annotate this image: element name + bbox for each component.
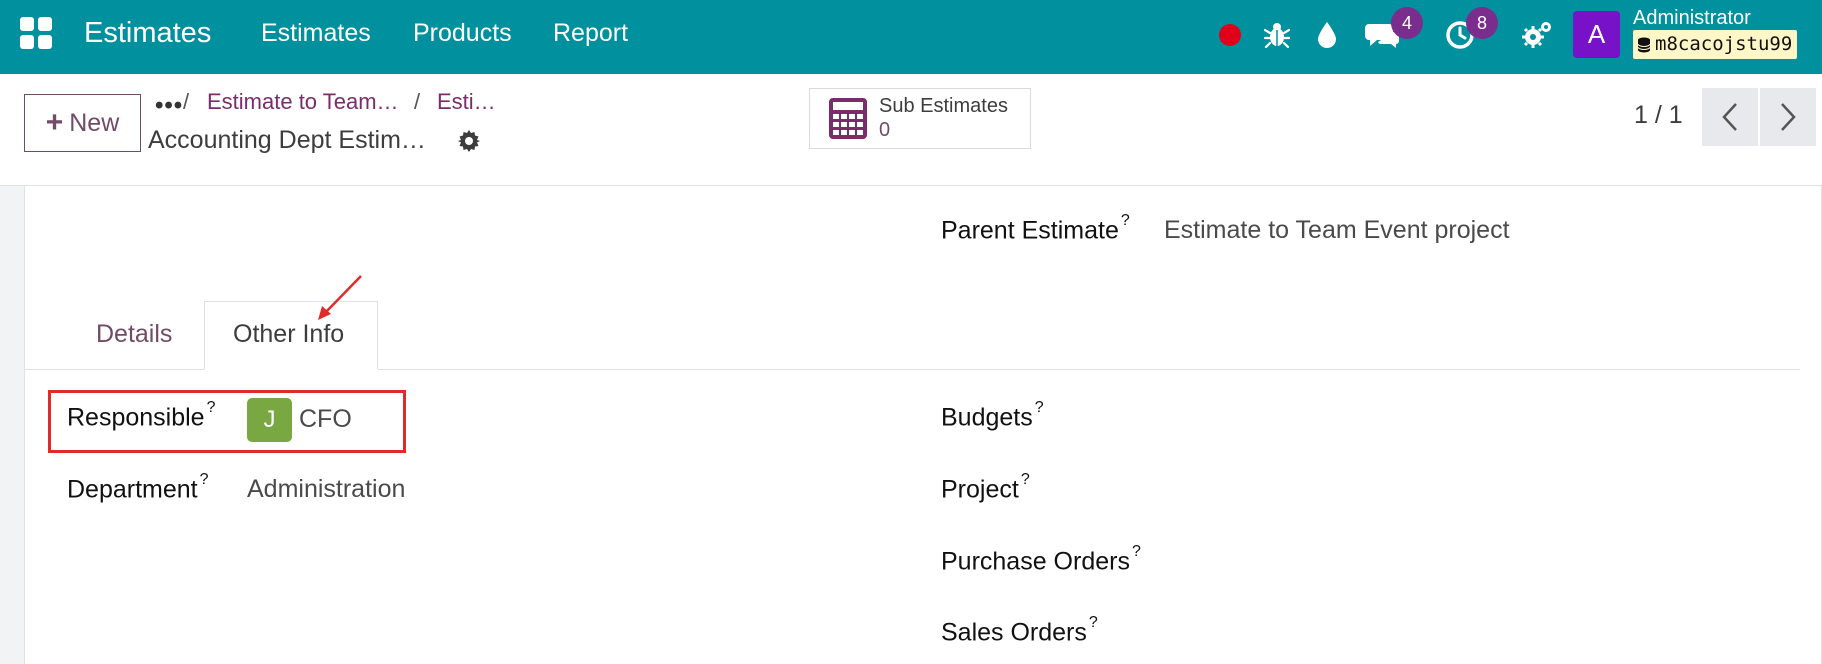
help-icon[interactable]: ? bbox=[1035, 399, 1044, 416]
breadcrumb-item-current[interactable]: Esti… bbox=[437, 89, 496, 115]
breadcrumb-separator: / bbox=[414, 89, 421, 114]
top-navbar: Estimates Estimates Products Report 4 8 bbox=[0, 0, 1822, 74]
parent-estimate-label: Parent Estimate? bbox=[941, 212, 1130, 245]
sales-orders-label: Sales Orders? bbox=[941, 614, 1098, 647]
help-icon[interactable]: ? bbox=[1089, 614, 1098, 631]
menu-report[interactable]: Report bbox=[553, 16, 628, 50]
help-icon[interactable]: ? bbox=[1132, 543, 1141, 560]
parent-estimate-value[interactable]: Estimate to Team Event project bbox=[1164, 216, 1510, 245]
breadcrumb-separator: / bbox=[183, 89, 190, 114]
sub-estimates-label: Sub Estimates bbox=[879, 95, 1008, 117]
apps-grid-icon[interactable] bbox=[20, 17, 52, 49]
pager-next-button[interactable] bbox=[1760, 88, 1816, 146]
database-chip: m8cacojstu99 bbox=[1633, 30, 1798, 59]
user-avatar[interactable]: A bbox=[1573, 11, 1620, 58]
database-name: m8cacojstu99 bbox=[1655, 33, 1793, 55]
page-background bbox=[0, 186, 24, 664]
department-label: Department? bbox=[67, 471, 209, 504]
responsible-avatar[interactable]: J bbox=[247, 398, 292, 442]
gear-icon[interactable] bbox=[454, 126, 484, 156]
tab-details[interactable]: Details bbox=[96, 320, 172, 349]
sub-estimates-button[interactable]: Sub Estimates 0 bbox=[809, 88, 1031, 149]
user-name[interactable]: Administrator bbox=[1633, 5, 1751, 31]
help-icon[interactable]: ? bbox=[1121, 212, 1130, 229]
breadcrumb-item-parent[interactable]: Estimate to Team… bbox=[207, 89, 399, 115]
database-icon bbox=[1637, 37, 1651, 52]
help-icon[interactable]: ? bbox=[207, 399, 216, 416]
droplet-icon[interactable] bbox=[1310, 18, 1344, 52]
help-icon[interactable]: ? bbox=[1021, 471, 1030, 488]
responsible-value[interactable]: CFO bbox=[299, 405, 352, 434]
chevron-left-icon bbox=[1722, 103, 1737, 131]
plus-icon: + bbox=[45, 106, 64, 139]
calculator-icon bbox=[829, 98, 867, 139]
help-icon[interactable]: ? bbox=[200, 471, 209, 488]
new-button-label: New bbox=[69, 108, 120, 137]
breadcrumb-more[interactable]: ••• bbox=[155, 92, 183, 120]
pager-value[interactable]: 1 / 1 bbox=[1634, 101, 1683, 130]
chat-badge: 4 bbox=[1391, 7, 1423, 39]
new-button[interactable]: + New bbox=[24, 94, 141, 152]
purchase-orders-label: Purchase Orders? bbox=[941, 543, 1141, 576]
sub-estimates-count: 0 bbox=[879, 119, 891, 141]
settings-icon[interactable] bbox=[1520, 18, 1554, 52]
app-brand[interactable]: Estimates bbox=[84, 14, 211, 52]
budgets-label: Budgets? bbox=[941, 399, 1044, 432]
annotation-arrow bbox=[318, 275, 362, 320]
responsible-label: Responsible? bbox=[67, 399, 216, 432]
activity-badge: 8 bbox=[1466, 7, 1498, 39]
menu-estimates[interactable]: Estimates bbox=[261, 16, 371, 50]
pager-previous-button[interactable] bbox=[1702, 88, 1758, 146]
control-panel: + New ••• / Estimate to Team… / Esti… Ac… bbox=[0, 74, 1822, 186]
record-title: Accounting Dept Estim… bbox=[148, 126, 426, 154]
bug-icon[interactable] bbox=[1260, 18, 1294, 52]
department-value[interactable]: Administration bbox=[247, 475, 405, 504]
project-label: Project? bbox=[941, 471, 1030, 504]
tab-other-info[interactable]: Other Info bbox=[233, 320, 344, 349]
menu-products[interactable]: Products bbox=[413, 16, 512, 50]
record-icon[interactable] bbox=[1213, 18, 1247, 52]
chevron-right-icon bbox=[1781, 103, 1796, 131]
